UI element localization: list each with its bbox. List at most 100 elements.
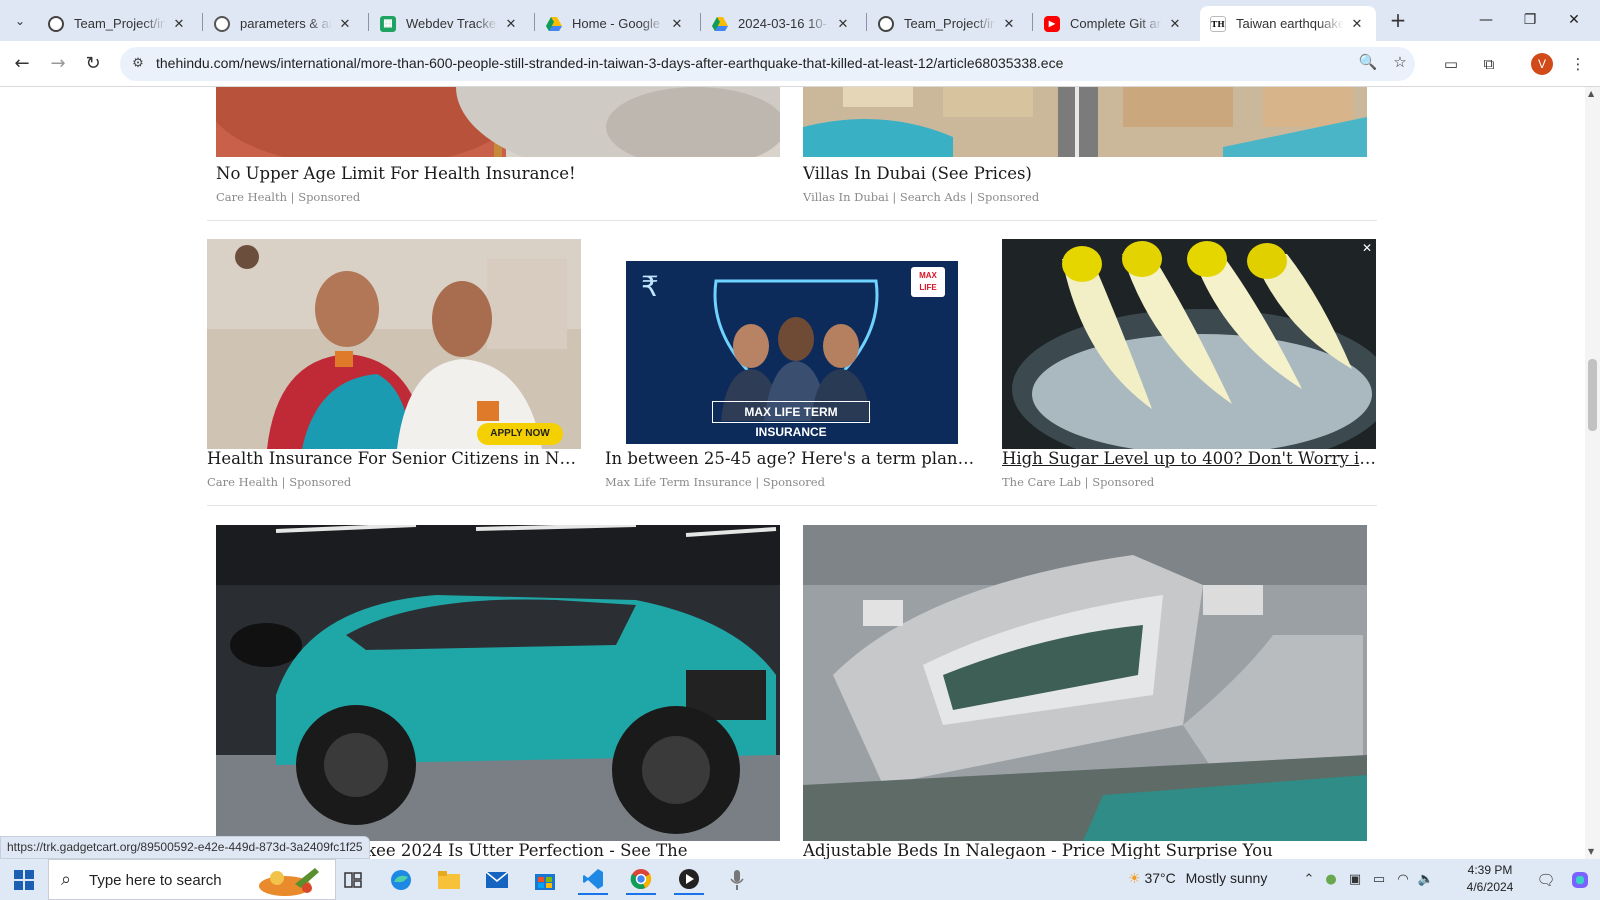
close-icon[interactable]: ✕ bbox=[1166, 16, 1184, 32]
ad-title[interactable]: Villas In Dubai (See Prices) bbox=[803, 164, 1367, 183]
google-drive-icon bbox=[546, 16, 562, 32]
close-icon[interactable]: ✕ bbox=[170, 16, 188, 32]
page-scrollbar[interactable]: ▲ ▼ bbox=[1585, 87, 1600, 859]
windows-taskbar: ⌕ Type here to search ☀ 37°C Mostly sunn… bbox=[0, 859, 1600, 900]
ad-image-jeep[interactable] bbox=[216, 525, 780, 841]
minimize-button[interactable]: — bbox=[1464, 8, 1508, 32]
thehindu-icon: TH bbox=[1210, 15, 1226, 32]
ad-title[interactable]: Adjustable Beds In Nalegaon - Price Migh… bbox=[803, 841, 1367, 859]
ad-image-bananas-boiling[interactable]: ✕ bbox=[1002, 239, 1376, 449]
tab-github-1[interactable]: Team_Project/inde ✕ bbox=[38, 6, 198, 41]
tray-overflow-chevron-icon[interactable]: ⌃ bbox=[1299, 870, 1319, 890]
ad-title[interactable]: In between 25-45 age? Here's a term plan… bbox=[605, 449, 979, 468]
extensions-icon[interactable]: ⧉ bbox=[1477, 52, 1501, 76]
tab-drive-home[interactable]: Home - Google Dr ✕ bbox=[536, 6, 696, 41]
chrome-icon[interactable] bbox=[626, 865, 656, 895]
taskbar-search-box[interactable]: ⌕ Type here to search bbox=[48, 859, 336, 900]
wifi-icon[interactable]: ◠ bbox=[1393, 870, 1413, 890]
close-window-button[interactable]: ✕ bbox=[1552, 8, 1596, 32]
google-sheets-icon: ▦ bbox=[380, 15, 396, 32]
ad-close-icon[interactable]: ✕ bbox=[1360, 241, 1374, 255]
ad-card-health-no-age-limit[interactable]: No Upper Age Limit For Health Insurance!… bbox=[216, 87, 780, 207]
ad-title[interactable]: Health Insurance For Senior Citizens in … bbox=[207, 449, 581, 468]
ad-image-dubai-aerial[interactable] bbox=[803, 87, 1367, 157]
microphone-icon[interactable] bbox=[722, 865, 752, 895]
tab-label: parameters & argu bbox=[240, 16, 332, 31]
back-button[interactable]: ← bbox=[8, 50, 36, 78]
tray-meet-icon[interactable]: ▣ bbox=[1345, 870, 1365, 890]
close-icon[interactable]: ✕ bbox=[668, 16, 686, 32]
ad-card-senior-health[interactable]: APPLY NOW Health Insurance For Senior Ci… bbox=[207, 239, 581, 489]
scroll-up-arrow-icon[interactable]: ▲ bbox=[1588, 89, 1594, 98]
ad-card-adjustable-beds[interactable]: Adjustable Beds In Nalegaon - Price Migh… bbox=[803, 525, 1367, 859]
ad-title[interactable]: No Upper Age Limit For Health Insurance! bbox=[216, 164, 780, 183]
close-icon[interactable]: ✕ bbox=[336, 16, 354, 32]
tab-sheets[interactable]: ▦ Webdev Tracker S ✕ bbox=[370, 6, 530, 41]
mail-icon[interactable] bbox=[482, 865, 512, 895]
scroll-thumb[interactable] bbox=[1588, 359, 1597, 431]
microsoft-store-icon[interactable] bbox=[530, 865, 560, 895]
battery-icon[interactable]: ▭ bbox=[1369, 870, 1389, 890]
ad-image-elderly-hand[interactable] bbox=[216, 87, 780, 157]
ad-card-jeep-cherokee[interactable]: Jeep Grand Cherokee 2024 Is Utter Perfec… bbox=[216, 525, 780, 859]
weather-condition: Mostly sunny bbox=[1185, 870, 1268, 886]
copilot-icon[interactable] bbox=[1570, 870, 1590, 890]
weather-temperature: 37°C bbox=[1144, 870, 1176, 886]
edge-browser-icon[interactable] bbox=[386, 865, 416, 895]
divider bbox=[207, 220, 1377, 221]
tab-label: Complete Git and bbox=[1070, 16, 1162, 31]
tab-drive-file[interactable]: 2024-03-16 10-14 ✕ bbox=[702, 6, 862, 41]
tab-label: 2024-03-16 10-14 bbox=[738, 16, 830, 31]
reading-list-icon[interactable]: ▭ bbox=[1439, 52, 1463, 76]
ad-image-senior-couple[interactable]: APPLY NOW bbox=[207, 239, 581, 449]
tab-thehindu-active[interactable]: TH Taiwan earthquake ✕ bbox=[1200, 6, 1376, 41]
restore-button[interactable]: ❐ bbox=[1508, 8, 1552, 32]
notifications-icon[interactable]: 🗨 bbox=[1536, 870, 1556, 890]
tab-openai[interactable]: parameters & argu ✕ bbox=[204, 6, 364, 41]
ad-image-max-life[interactable]: ₹ MAX LIFE MAX LIFE TERM INSURANCE bbox=[626, 261, 958, 444]
search-highlight-art-icon bbox=[255, 864, 335, 898]
ad-source: The Care Lab | Sponsored bbox=[1002, 475, 1155, 489]
file-explorer-icon[interactable] bbox=[434, 865, 464, 895]
tray-app-icon[interactable]: ● bbox=[1321, 870, 1341, 890]
profile-avatar[interactable]: V bbox=[1531, 53, 1553, 75]
close-icon[interactable]: ✕ bbox=[834, 16, 852, 32]
close-icon[interactable]: ✕ bbox=[1000, 16, 1018, 32]
tab-github-2[interactable]: Team_Project/inde ✕ bbox=[868, 6, 1028, 41]
scroll-down-arrow-icon[interactable]: ▼ bbox=[1588, 847, 1594, 856]
ad-card-villas-dubai[interactable]: Villas In Dubai (See Prices) Villas In D… bbox=[803, 87, 1367, 207]
ad-source: Max Life Term Insurance | Sponsored bbox=[605, 475, 825, 489]
system-clock[interactable]: 4:39 PM 4/6/2024 bbox=[1457, 862, 1523, 896]
github-icon bbox=[48, 15, 64, 32]
ad-source: Care Health | Sponsored bbox=[207, 475, 352, 489]
ad-image-smart-bed[interactable] bbox=[803, 525, 1367, 841]
apply-now-badge[interactable]: APPLY NOW bbox=[477, 423, 563, 445]
github-icon bbox=[878, 15, 894, 32]
ad-card-high-sugar[interactable]: ✕ High Sugar Level up to 400? Don't Worr… bbox=[1002, 239, 1376, 489]
address-bar[interactable]: ⚙ thehindu.com/news/international/more-t… bbox=[120, 47, 1415, 81]
new-tab-button[interactable]: + bbox=[1386, 9, 1410, 33]
close-icon[interactable]: ✕ bbox=[502, 16, 520, 32]
bookmark-star-icon[interactable]: ☆ bbox=[1388, 53, 1412, 75]
forward-button[interactable]: → bbox=[44, 50, 72, 78]
tab-search-chevron-icon[interactable]: ⌄ bbox=[8, 9, 32, 33]
url-text[interactable]: thehindu.com/news/international/more-tha… bbox=[156, 55, 1063, 71]
reload-button[interactable]: ↻ bbox=[79, 50, 107, 78]
ad-title[interactable]: High Sugar Level up to 400? Don't Worry … bbox=[1002, 449, 1376, 468]
site-info-icon[interactable]: ⚙ bbox=[126, 52, 150, 76]
ad-card-max-life-term[interactable]: ₹ MAX LIFE MAX LIFE TERM INSURANCE In be… bbox=[605, 239, 979, 489]
close-icon[interactable]: ✕ bbox=[1348, 16, 1366, 32]
menu-kebab-icon[interactable]: ⋮ bbox=[1566, 52, 1590, 76]
zoom-search-icon[interactable]: 🔍 bbox=[1356, 53, 1380, 75]
ad-source: Care Health | Sponsored bbox=[216, 190, 361, 204]
tab-strip: ⌄ Team_Project/inde ✕ parameters & argu … bbox=[0, 0, 1600, 41]
tab-youtube[interactable]: ▶ Complete Git and ✕ bbox=[1034, 6, 1194, 41]
task-view-icon[interactable] bbox=[338, 865, 368, 895]
youtube-icon: ▶ bbox=[1044, 15, 1060, 32]
media-player-icon[interactable] bbox=[674, 865, 704, 895]
windows-start-icon[interactable] bbox=[14, 870, 34, 890]
vscode-icon[interactable] bbox=[578, 865, 608, 895]
tab-label: Team_Project/inde bbox=[904, 16, 996, 31]
volume-icon[interactable]: 🔈 bbox=[1416, 870, 1436, 890]
weather-widget[interactable]: ☀ 37°C Mostly sunny bbox=[1128, 870, 1267, 887]
